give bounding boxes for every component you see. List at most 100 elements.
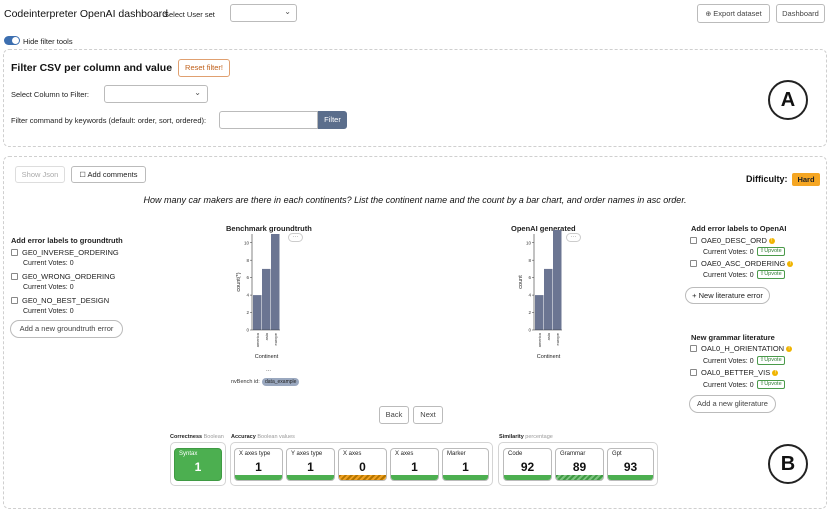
column-filter-select[interactable]: ⌄ <box>104 85 208 103</box>
metric-card: Gpt 93 <box>607 448 654 481</box>
dashboard-button[interactable]: Dashboard <box>776 4 825 23</box>
bar <box>553 230 562 330</box>
upvote-label: Upvote <box>764 248 782 255</box>
groundtruth-errors-title: Add error labels to groundtruth <box>11 236 123 245</box>
y-tick-label: 6 <box>528 275 531 280</box>
openai-error-votes: Current Votes: 0 ⇧Upvote <box>703 270 785 280</box>
grammar-label: OAL0_H_ORIENTATION <box>701 344 785 353</box>
accuracy-subtitle: Boolean values <box>257 434 295 440</box>
bar <box>544 268 553 330</box>
keyword-filter-input[interactable] <box>219 111 318 129</box>
info-icon: ! <box>768 237 775 244</box>
x-tick-label: america <box>537 332 542 347</box>
checkbox[interactable] <box>690 345 697 353</box>
metric-card: Code 92 <box>503 448 552 481</box>
grammar-item[interactable]: OAL0_BETTER_VIS! <box>690 368 779 377</box>
metric-card: X axes 0 <box>338 448 387 481</box>
grammar-item[interactable]: OAL0_H_ORIENTATION! <box>690 344 793 353</box>
correctness-title: Correctness <box>170 434 203 440</box>
toggle-knob <box>12 37 19 44</box>
checkbox[interactable] <box>690 260 697 268</box>
y-tick-label: 0 <box>528 328 531 333</box>
similarity-title: Similarity <box>499 434 524 440</box>
y-tick-label: 4 <box>528 293 531 298</box>
groundtruth-error-item[interactable]: GE0_NO_BEST_DESIGN <box>11 296 109 305</box>
metric-label: Marker <box>447 451 466 457</box>
openai-chart: 0 2 4 6 8 10 count america asia europe Continent <box>518 230 562 360</box>
upvote-button[interactable]: ⇧Upvote <box>756 380 785 390</box>
chevron-down-icon: ⌄ <box>284 7 291 16</box>
filter-button[interactable]: Filter <box>318 111 347 129</box>
metric-card-syntax: Syntax 1 <box>174 448 222 481</box>
metric-value: 1 <box>307 460 314 474</box>
upvote-label: Upvote <box>764 271 782 278</box>
vote-count: Current Votes: 0 <box>703 249 754 256</box>
upvote-button[interactable]: ⇧Upvote <box>756 356 785 366</box>
y-tick-label: 10 <box>244 240 250 245</box>
openai-errors-title: Add error labels to OpenAI <box>691 224 787 233</box>
app-title: Codeinterpreter OpenAI dashboard <box>4 8 169 20</box>
export-dataset-button[interactable]: ⊕ Export dataset <box>697 4 770 23</box>
metric-label: X axes type <box>239 451 271 457</box>
y-tick-label: 6 <box>246 275 249 280</box>
upvote-button[interactable]: ⇧Upvote <box>756 247 785 257</box>
user-set-label: Select User set <box>164 10 215 19</box>
upvote-label: Upvote <box>764 381 782 388</box>
y-tick-label: 8 <box>246 258 249 263</box>
metric-card: X axes type 1 <box>234 448 283 481</box>
similarity-heading: Similarity percentage <box>499 434 553 440</box>
checkbox[interactable] <box>690 369 697 377</box>
chart-menu-button[interactable]: ··· <box>288 233 303 242</box>
groundtruth-error-item[interactable]: GE0_WRONG_ORDERING <box>11 272 115 281</box>
error-label: OAE0_DESC_ORD <box>701 236 767 245</box>
add-comments-label: Add comments <box>87 170 138 179</box>
error-label: GE0_INVERSE_ORDERING <box>22 248 119 257</box>
x-axis-label: Continent <box>537 354 561 360</box>
y-axis-label: count(*) <box>236 272 242 291</box>
checkbox[interactable] <box>690 237 697 245</box>
grammar-title: New grammar literature <box>691 333 775 342</box>
metric-status-bar <box>235 475 282 480</box>
add-groundtruth-error-button[interactable]: Add a new groundtruth error <box>10 320 123 338</box>
comment-icon: ☐ <box>79 172 86 179</box>
next-button[interactable]: Next <box>413 406 443 424</box>
back-button[interactable]: Back <box>379 406 409 424</box>
info-icon: ! <box>786 345 793 352</box>
show-json-button[interactable]: Show Json <box>15 166 65 183</box>
difficulty-badge: Hard <box>792 173 820 186</box>
groundtruth-error-item[interactable]: GE0_INVERSE_ORDERING <box>11 248 119 257</box>
upvote-button[interactable]: ⇧Upvote <box>756 270 785 280</box>
difficulty-label: Difficulty: <box>746 174 788 184</box>
metric-label: Syntax <box>179 451 198 457</box>
openai-error-item[interactable]: OAE0_DESC_ORD! <box>690 236 775 245</box>
checkbox[interactable] <box>11 249 18 257</box>
y-tick-label: 2 <box>528 310 531 315</box>
checkbox[interactable] <box>11 297 18 305</box>
hide-filter-label: Hide filter tools <box>23 37 73 46</box>
info-icon: ! <box>787 260 794 267</box>
chart-menu-button[interactable]: ··· <box>566 233 581 242</box>
vote-count: Current Votes: 0 <box>703 382 754 389</box>
new-literature-error-button[interactable]: + New literature error <box>685 287 770 304</box>
bar <box>262 268 271 330</box>
metric-label: X axes <box>343 451 362 457</box>
add-comments-button[interactable]: ☐ Add comments <box>71 166 146 183</box>
metric-status-bar <box>287 475 334 480</box>
hide-filter-toggle[interactable] <box>4 36 20 45</box>
error-label: GE0_NO_BEST_DESIGN <box>22 296 110 305</box>
metric-value: 0 <box>359 460 366 474</box>
user-set-select[interactable]: ⌄ <box>230 4 297 22</box>
accuracy-title: Accuracy <box>231 434 256 440</box>
openai-error-item[interactable]: OAE0_ASC_ORDERING! <box>690 259 794 268</box>
question-text: How many car makers are there in each co… <box>143 195 687 205</box>
metric-value: 89 <box>572 460 587 474</box>
chevron-down-icon: ⌄ <box>194 88 201 97</box>
export-icon: ⊕ <box>705 11 712 18</box>
metric-status-bar <box>339 475 386 480</box>
checkbox[interactable] <box>11 273 18 281</box>
metric-card: Y axes type 1 <box>286 448 335 481</box>
benchmark-chart: 0 2 4 6 8 10 count(*) america asia europe Continen… <box>236 234 280 360</box>
add-gliterature-button[interactable]: Add a new gliterature <box>689 395 776 413</box>
grammar-label: OAL0_BETTER_VIS <box>701 368 771 377</box>
reset-filter-button[interactable]: Reset filter! <box>178 59 230 77</box>
